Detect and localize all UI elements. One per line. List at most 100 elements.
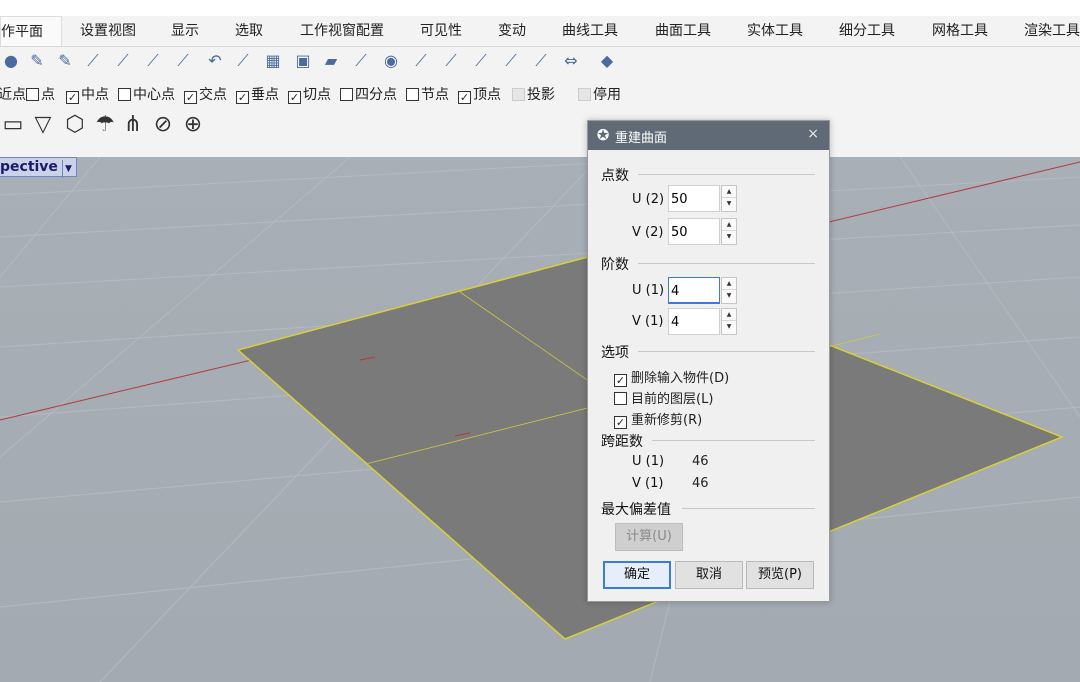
curve-tool-icon[interactable]: ⟋: [172, 50, 194, 72]
tab-set-view[interactable]: 设置视图: [80, 16, 136, 47]
undo-arrow-icon[interactable]: ↶: [204, 50, 226, 72]
viewport-title[interactable]: pective ▼: [0, 157, 77, 178]
degree-v-label: V (1): [632, 314, 664, 329]
point-count-v-spinner[interactable]: ▲ ▼: [721, 218, 737, 245]
spin-down-icon[interactable]: ▼: [722, 198, 736, 210]
cancel-button[interactable]: 取消: [675, 561, 743, 589]
spin-up-icon[interactable]: ▲: [722, 309, 736, 321]
curve-tool-icon[interactable]: ⟋: [112, 50, 134, 72]
point-count-v-input[interactable]: [668, 218, 720, 245]
triangle-down-icon[interactable]: ▼: [61, 160, 72, 178]
spin-down-icon[interactable]: ▼: [722, 321, 736, 333]
osnap-perpendicular[interactable]: ✓ 垂点: [236, 84, 279, 104]
checkbox-checked[interactable]: ✓: [614, 374, 627, 387]
viewport-perspective[interactable]: pective ▼: [0, 157, 1080, 682]
osnap-midpoint[interactable]: ✓ 中点: [66, 84, 109, 104]
checkbox-checked[interactable]: ✓: [184, 91, 197, 104]
checkbox[interactable]: [406, 88, 419, 101]
tab-render-tools[interactable]: 渲染工具: [1024, 16, 1080, 47]
curve-tool-icon[interactable]: ⟋: [440, 50, 462, 72]
curve-tool-icon[interactable]: ⟋: [350, 50, 372, 72]
delete-input-option[interactable]: ✓ 删除输入物件(D): [614, 367, 729, 387]
rebuild-surface-dialog: ✪ 重建曲面 × 点数 U (2) ▲▼ V (2) ▲▼ 阶数 U (1) ▲…: [587, 120, 830, 602]
dialog-titlebar[interactable]: ✪ 重建曲面 ×: [588, 121, 829, 150]
checkbox-checked[interactable]: ✓: [236, 91, 249, 104]
umbrella-icon[interactable]: ☂: [92, 111, 118, 139]
point-count-u-input[interactable]: [668, 185, 720, 212]
osnap-quadrant[interactable]: 四分点: [340, 84, 397, 104]
spin-up-icon[interactable]: ▲: [722, 219, 736, 231]
curve-tool-icon[interactable]: ✎: [54, 50, 76, 72]
curve-tool-icon[interactable]: ⟋: [470, 50, 492, 72]
arrows-icon[interactable]: ⇔: [560, 50, 582, 72]
osnap-point[interactable]: 点: [26, 84, 55, 104]
osnap-label: 停用: [593, 87, 621, 103]
checkbox-checked[interactable]: ✓: [288, 91, 301, 104]
degree-u-label: U (1): [632, 283, 665, 298]
tab-viewport-layout[interactable]: 工作视窗配置: [300, 16, 384, 47]
checkbox-checked[interactable]: ✓: [614, 416, 627, 429]
spin-down-icon[interactable]: ▼: [722, 231, 736, 243]
box-icon[interactable]: ⬡: [62, 111, 88, 139]
osnap-label: 点: [41, 87, 55, 103]
osnap-tangent[interactable]: ✓ 切点: [288, 84, 331, 104]
checkbox[interactable]: [340, 88, 353, 101]
preview-button[interactable]: 预览(P): [746, 561, 814, 589]
save-icon[interactable]: ▣: [292, 50, 314, 72]
osnap-disable[interactable]: 停用: [578, 84, 621, 104]
degree-v-input[interactable]: [668, 308, 720, 335]
checkbox[interactable]: [614, 392, 627, 405]
osnap-intersection[interactable]: ✓ 交点: [184, 84, 227, 104]
tab-solid-tools[interactable]: 实体工具: [747, 16, 803, 47]
curve-tool-icon[interactable]: ⟋: [232, 50, 254, 72]
degree-v-spinner[interactable]: ▲ ▼: [721, 308, 737, 335]
tab-mesh-tools[interactable]: 网格工具: [932, 16, 988, 47]
checkbox-checked[interactable]: ✓: [458, 91, 471, 104]
osnap-vertex[interactable]: ✓ 顶点: [458, 84, 501, 104]
tab-curve-tools[interactable]: 曲线工具: [562, 16, 618, 47]
funnel-icon[interactable]: ▽: [30, 111, 56, 139]
hatch-icon[interactable]: ⊘: [150, 111, 176, 139]
degree-u-spinner[interactable]: ▲ ▼: [721, 277, 737, 304]
plant-icon[interactable]: ⋔: [120, 111, 146, 139]
spin-down-icon[interactable]: ▼: [722, 290, 736, 302]
point-count-u-spinner[interactable]: ▲ ▼: [721, 185, 737, 212]
tab-subd-tools[interactable]: 细分工具: [839, 16, 895, 47]
close-icon[interactable]: ×: [807, 126, 819, 142]
span-u-label: U (1): [632, 454, 665, 469]
grid-icon[interactable]: ▦: [262, 50, 284, 72]
target-icon[interactable]: ⊕: [180, 111, 206, 139]
window-icon[interactable]: ▭: [0, 111, 26, 139]
curve-tool-icon[interactable]: ⟋: [500, 50, 522, 72]
osnap-project[interactable]: 投影: [512, 84, 555, 104]
open-folder-icon[interactable]: ▰: [320, 50, 342, 72]
degree-u-input[interactable]: [668, 277, 720, 304]
tab-visibility[interactable]: 可见性: [420, 16, 462, 47]
curve-tool-icon[interactable]: ⟋: [530, 50, 552, 72]
curve-tool-icon[interactable]: ⟋: [82, 50, 104, 72]
tab-surface-tools[interactable]: 曲面工具: [655, 16, 711, 47]
spin-up-icon[interactable]: ▲: [722, 186, 736, 198]
dialog-title: 重建曲面: [615, 131, 668, 146]
tab-workplane[interactable]: 作平面: [0, 16, 62, 47]
tab-display[interactable]: 显示: [171, 16, 199, 47]
tab-transform[interactable]: 变动: [498, 16, 526, 47]
retrim-option[interactable]: ✓ 重新修剪(R): [614, 409, 702, 429]
ok-button[interactable]: 确定: [603, 561, 671, 589]
osnap-knot[interactable]: 节点: [406, 84, 449, 104]
viewport-canvas: [0, 157, 1080, 682]
checkbox-checked[interactable]: ✓: [66, 91, 79, 104]
sphere-icon[interactable]: ●: [0, 50, 22, 72]
curve-tool-icon[interactable]: ⟋: [142, 50, 164, 72]
rebuild-surface-icon[interactable]: ◆: [596, 50, 618, 72]
spin-up-icon[interactable]: ▲: [722, 278, 736, 290]
current-layer-option[interactable]: 目前的图层(L): [614, 388, 713, 407]
curve-tool-icon[interactable]: ✎: [26, 50, 48, 72]
checkbox[interactable]: [26, 88, 39, 101]
curve-tool-icon[interactable]: ⟋: [410, 50, 432, 72]
calculate-button[interactable]: 计算(U): [615, 523, 683, 551]
checkbox[interactable]: [118, 88, 131, 101]
eye-icon[interactable]: ◉: [380, 50, 402, 72]
tab-select[interactable]: 选取: [235, 16, 263, 47]
osnap-center[interactable]: 中心点: [118, 84, 175, 104]
